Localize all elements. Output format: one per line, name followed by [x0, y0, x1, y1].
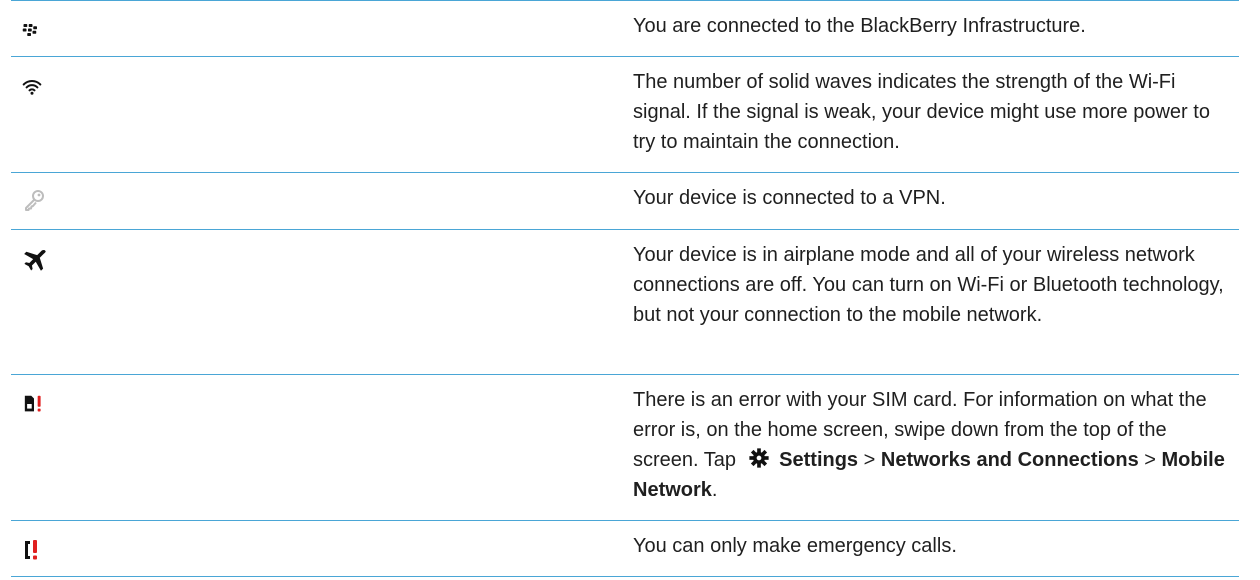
icon-cell [11, 57, 633, 172]
table-row: There is an error with your SIM card. Fo… [11, 374, 1239, 520]
sentence-end: . [711, 479, 718, 501]
vpn-key-icon [25, 190, 44, 211]
sim-card-error-icon [24, 395, 41, 412]
table-row: The number of solid waves indicates the … [11, 56, 1239, 172]
wifi-signal-icon [22, 80, 42, 95]
emergency-call-icon [25, 540, 37, 560]
airplane-icon [24, 250, 46, 271]
gear-icon [748, 448, 769, 468]
status-icon-table: You are connected to the BlackBerry Infr… [11, 0, 1239, 577]
row-description: You are connected to the BlackBerry Infr… [633, 15, 1086, 37]
row-description: You can only make emergency calls. [633, 535, 957, 557]
icon-cell [11, 230, 633, 374]
path-separator: > [863, 449, 876, 471]
table-row: You can only make emergency calls. [11, 520, 1239, 577]
table-row: You are connected to the BlackBerry Infr… [11, 0, 1239, 56]
icon-cell [11, 173, 633, 229]
row-description: There is an error with your SIM card. Fo… [633, 375, 1227, 520]
table-row: Your device is in airplane mode and all … [11, 229, 1239, 374]
row-description: Your device is in airplane mode and all … [633, 244, 1224, 326]
networks-connections-label: Networks and Connections [880, 449, 1139, 471]
path-separator: > [1144, 449, 1156, 471]
table-row: Your device is connected to a VPN. [11, 172, 1239, 229]
settings-label: Settings [779, 449, 859, 471]
row-description: Your device is connected to a VPN. [633, 187, 946, 209]
row-description: The number of solid waves indicates the … [633, 71, 1210, 153]
blackberry-logo-icon [22, 24, 37, 36]
icon-cell [11, 1, 633, 56]
icon-cell [11, 375, 633, 520]
icon-cell [11, 521, 633, 576]
